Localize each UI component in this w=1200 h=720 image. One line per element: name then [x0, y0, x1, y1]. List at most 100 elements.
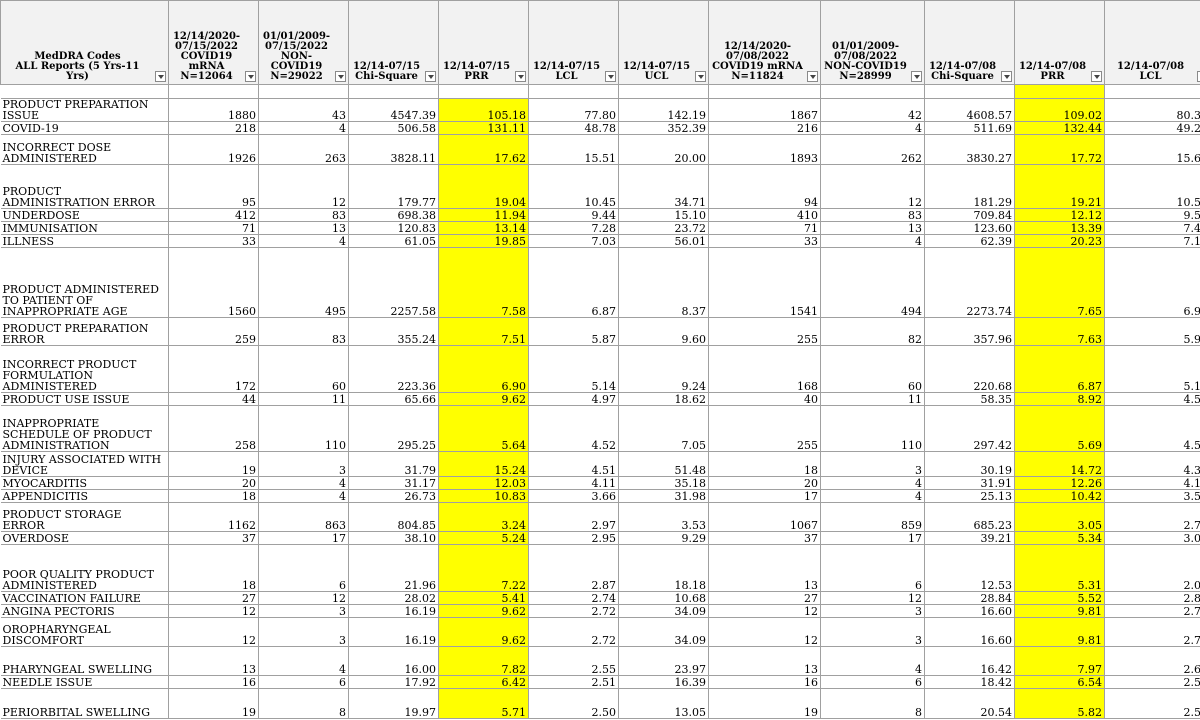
meddra-code-cell: PRODUCT ADMINISTRATION ERROR	[0, 164, 169, 209]
meddra-code-cell: INAPPROPRIATE SCHEDULE OF PRODUCT ADMINI…	[0, 405, 169, 452]
value-cell: 83	[258, 317, 349, 346]
value-cell: 16	[168, 675, 259, 689]
filter-dropdown-button[interactable]	[1091, 71, 1102, 82]
value-cell: 16.39	[618, 675, 709, 689]
filter-dropdown-button[interactable]	[807, 71, 818, 82]
column-header-line: PRR	[464, 71, 489, 82]
value-cell: 2.56	[1104, 675, 1200, 689]
filter-dropdown-button[interactable]	[425, 71, 436, 82]
prr-cell: 17.62	[438, 134, 529, 165]
column-header: 12/14-07/08 Chi-Square	[924, 0, 1015, 85]
value-cell: 42	[820, 98, 925, 122]
column-header: 12/14-07/15 PRR	[438, 0, 529, 85]
value-cell: 172	[168, 345, 259, 393]
value-cell: 3828.11	[348, 134, 439, 165]
value-cell: 110	[258, 405, 349, 452]
value-cell: 2.95	[528, 531, 619, 545]
value-cell: 1893	[708, 134, 821, 165]
meddra-code-cell: MYOCARDITIS	[0, 476, 169, 490]
value-cell: 410	[708, 208, 821, 222]
value-cell: 16.60	[924, 604, 1015, 618]
value-cell: 19	[708, 688, 821, 719]
value-cell: 19.97	[348, 688, 439, 719]
column-header: 12/14-07/08 LCL	[1104, 0, 1200, 85]
value-cell: 685.23	[924, 502, 1015, 532]
table-row: INAPPROPRIATE SCHEDULE OF PRODUCT ADMINI…	[0, 405, 1200, 452]
value-cell: 709.84	[924, 208, 1015, 222]
value-cell: 7.17	[1104, 234, 1200, 248]
prr-cell: 20.23	[1014, 234, 1105, 248]
value-cell: 62.39	[924, 234, 1015, 248]
filter-dropdown-button[interactable]	[605, 71, 616, 82]
value-cell: 15.60	[1104, 134, 1200, 165]
value-cell: 2257.58	[348, 247, 439, 318]
filter-dropdown-button[interactable]	[515, 71, 526, 82]
value-cell: 511.69	[924, 121, 1015, 135]
value-cell: 262	[820, 134, 925, 165]
value-cell: 5.12	[1104, 345, 1200, 393]
prr-cell: 9.81	[1014, 604, 1105, 618]
value-cell: 82	[820, 317, 925, 346]
filter-dropdown-button[interactable]	[335, 71, 346, 82]
prr-cell: 10.42	[1014, 489, 1105, 503]
value-cell: 863	[258, 502, 349, 532]
value-cell: 48.78	[528, 121, 619, 135]
value-cell: 1162	[168, 502, 259, 532]
value-cell: 2.97	[528, 502, 619, 532]
value-cell: 3830.27	[924, 134, 1015, 165]
value-cell: 295.25	[348, 405, 439, 452]
value-cell: 18.42	[924, 675, 1015, 689]
prr-cell: 5.24	[438, 531, 529, 545]
prr-cell: 5.31	[1014, 544, 1105, 592]
meddra-code-cell: INCORRECT PRODUCT FORMULATION ADMINISTER…	[0, 345, 169, 393]
value-cell: 12	[708, 604, 821, 618]
value-cell: 77.80	[528, 98, 619, 122]
table-row: PRODUCT STORAGE ERROR 1162 863 804.85 3.24 2.…	[0, 502, 1200, 532]
filter-dropdown-button[interactable]	[155, 71, 166, 82]
value-cell: 4.52	[528, 405, 619, 452]
value-cell: 3.66	[528, 489, 619, 503]
value-cell: 181.29	[924, 164, 1015, 209]
prr-cell: 132.44	[1014, 121, 1105, 135]
value-cell: 2273.74	[924, 247, 1015, 318]
empty-cell	[924, 84, 1015, 99]
table-row: APPENDICITIS 18 4 26.73 10.83 3.66 31.98 17 4 25.…	[0, 489, 1200, 503]
table-row: OROPHARYNGEAL DISCOMFORT 12 3 16.19 9.62 2.72…	[0, 617, 1200, 647]
value-cell: 355.24	[348, 317, 439, 346]
value-cell: 4	[258, 476, 349, 490]
column-header: 12/14-07/15 UCL	[618, 0, 709, 85]
column-header: 12/14-07/15 LCL	[528, 0, 619, 85]
filter-dropdown-button[interactable]	[911, 71, 922, 82]
empty-cell	[0, 84, 169, 99]
value-cell: 494	[820, 247, 925, 318]
column-header-line: N=11824	[731, 71, 784, 82]
filter-dropdown-button[interactable]	[245, 71, 256, 82]
value-cell: 12	[168, 604, 259, 618]
meddra-code-cell: PRODUCT PREPARATION ISSUE	[0, 98, 169, 122]
column-header: 01/01/2009- 07/15/2022 NON-COVID19 N=29022	[258, 0, 349, 85]
value-cell: 12	[820, 591, 925, 605]
filter-dropdown-button[interactable]	[695, 71, 706, 82]
value-cell: 28.84	[924, 591, 1015, 605]
value-cell: 39.21	[924, 531, 1015, 545]
value-cell: 6	[258, 675, 349, 689]
meddra-code-cell: PRODUCT ADMINISTERED TO PATIENT OF INAPP…	[0, 247, 169, 318]
value-cell: 12	[168, 617, 259, 647]
value-cell: 35.18	[618, 476, 709, 490]
column-header-line: NON-COVID19	[270, 51, 323, 72]
prr-cell: 5.64	[438, 405, 529, 452]
value-cell: 83	[258, 208, 349, 222]
value-cell: 34.71	[618, 164, 709, 209]
prr-cell: 7.97	[1014, 646, 1105, 676]
value-cell: 2.60	[1104, 646, 1200, 676]
value-cell: 3.01	[1104, 531, 1200, 545]
empty-cell	[348, 84, 439, 99]
value-cell: 4	[258, 234, 349, 248]
filter-dropdown-button[interactable]	[1001, 71, 1012, 82]
prr-cell: 5.41	[438, 591, 529, 605]
prr-cell: 9.81	[1014, 617, 1105, 647]
value-cell: 1560	[168, 247, 259, 318]
column-header-line: LCL	[1139, 71, 1162, 82]
data-table: MedDRA Codes ALL Reports (5 Yrs-11 Yrs) 12…	[0, 0, 1200, 719]
meddra-code-cell: PRODUCT USE ISSUE	[0, 392, 169, 406]
